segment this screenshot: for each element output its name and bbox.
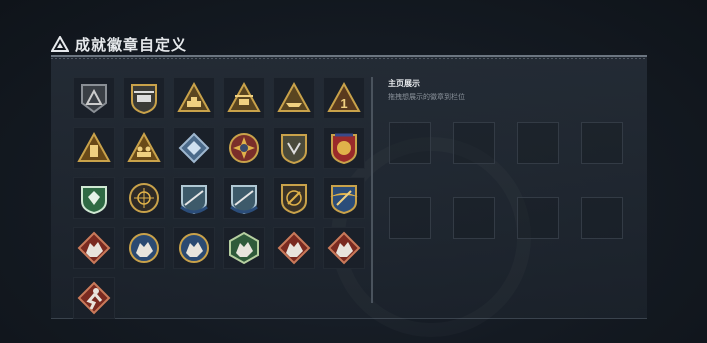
gold-wings-icon: [330, 185, 358, 215]
badge-boat-triangle[interactable]: [273, 77, 315, 119]
cross-medal-icon: [229, 133, 259, 163]
tank-icon: [177, 81, 211, 112]
badge-diamond-blue[interactable]: [173, 127, 215, 169]
badge-red-runner[interactable]: [73, 277, 115, 319]
showcase-section: 主页展示 拖拽想展示的徽章到栏位: [388, 78, 465, 102]
page-title: 成就徽章自定义: [75, 36, 188, 54]
badge-tank-triangle[interactable]: [173, 77, 215, 119]
badge-chopper-triangle[interactable]: [223, 77, 265, 119]
badge-cross-medal[interactable]: [223, 127, 265, 169]
chopper-icon: [227, 81, 261, 112]
showcase-slot[interactable]: [517, 197, 559, 239]
showcase-slot[interactable]: [517, 122, 559, 164]
badge-sword-circle[interactable]: [273, 177, 315, 219]
showcase-title: 主页展示: [388, 79, 420, 88]
wolf-icon: [277, 231, 311, 265]
green-shield-icon: [81, 186, 107, 215]
helicopter-icon: [131, 84, 157, 115]
badge-gold-wings[interactable]: [323, 177, 365, 219]
badge-soldiers-triangle[interactable]: [123, 127, 165, 169]
badge-green-shield[interactable]: [73, 177, 115, 219]
wolf-icon: [129, 233, 159, 263]
gem-diamond-icon: [178, 132, 210, 164]
badge-helicopter-shield[interactable]: [123, 77, 165, 119]
soldiers-icon: [127, 131, 161, 162]
showcase-slot[interactable]: [581, 122, 623, 164]
sword-circle-icon: [281, 184, 307, 215]
rifle-wreath-icon: [180, 185, 208, 215]
wolf-icon: [229, 231, 259, 265]
showcase-hint: 拖拽想展示的徽章到栏位: [388, 94, 465, 101]
boat-icon: [277, 81, 311, 112]
badge-number-one-triangle[interactable]: 1: [323, 77, 365, 119]
badge-tower-triangle[interactable]: [73, 127, 115, 169]
wolf-icon: [179, 233, 209, 263]
badge-rifle-wreath-2[interactable]: [223, 177, 265, 219]
star-ribbon-icon: [331, 133, 357, 165]
tower-icon: [77, 131, 111, 162]
badge-star-ribbon[interactable]: [323, 127, 365, 169]
badge-rifle-wreath-1[interactable]: [173, 177, 215, 219]
showcase-slot[interactable]: [581, 197, 623, 239]
rifle-wreath-icon: [230, 185, 258, 215]
svg-text:1: 1: [340, 96, 347, 111]
badge-crosshair-circle[interactable]: [123, 177, 165, 219]
wolf-icon: [77, 231, 111, 265]
badge-blue-wolf-1[interactable]: [123, 227, 165, 269]
badge-eagle-shield[interactable]: [273, 127, 315, 169]
wolf-icon: [327, 231, 361, 265]
badge-panel: 1 主页展示 拖拽想展示的徽章到栏位: [51, 55, 647, 319]
eagle-shield-icon: [281, 134, 307, 165]
badge-blue-wolf-2[interactable]: [173, 227, 215, 269]
runner-icon: [77, 281, 111, 315]
showcase-slot[interactable]: [389, 122, 431, 164]
badge-gray-triangle-shield[interactable]: [73, 77, 115, 119]
showcase-slot[interactable]: [453, 197, 495, 239]
page-header: 成就徽章自定义: [51, 33, 187, 55]
badge-green-wolf[interactable]: [223, 227, 265, 269]
crosshair-icon: [129, 183, 159, 213]
triangle-logo-icon: [51, 36, 69, 52]
badge-red-wolf-2[interactable]: [273, 227, 315, 269]
badge-red-wolf[interactable]: [73, 227, 115, 269]
badge-red-wolf-3[interactable]: [323, 227, 365, 269]
showcase-slot[interactable]: [389, 197, 431, 239]
showcase-slot[interactable]: [453, 122, 495, 164]
triangle-shield-icon: [81, 84, 107, 114]
panel-divider: [371, 77, 373, 303]
number-one-icon: 1: [327, 81, 361, 112]
